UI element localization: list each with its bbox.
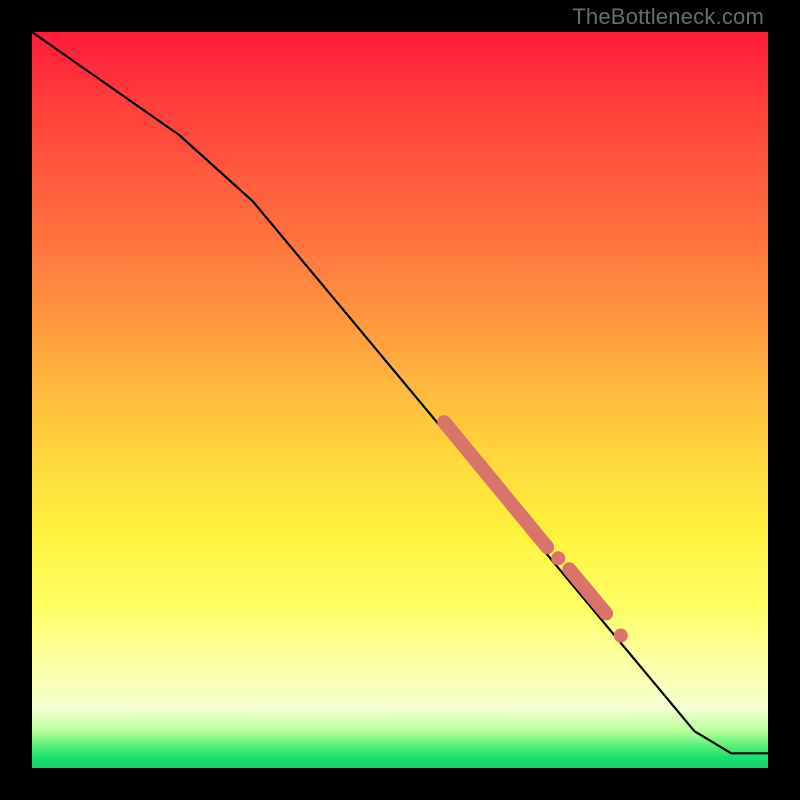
plot-area xyxy=(32,32,768,768)
chart-stage: TheBottleneck.com xyxy=(0,0,800,800)
watermark-text: TheBottleneck.com xyxy=(572,4,764,30)
heat-gradient xyxy=(32,32,768,768)
